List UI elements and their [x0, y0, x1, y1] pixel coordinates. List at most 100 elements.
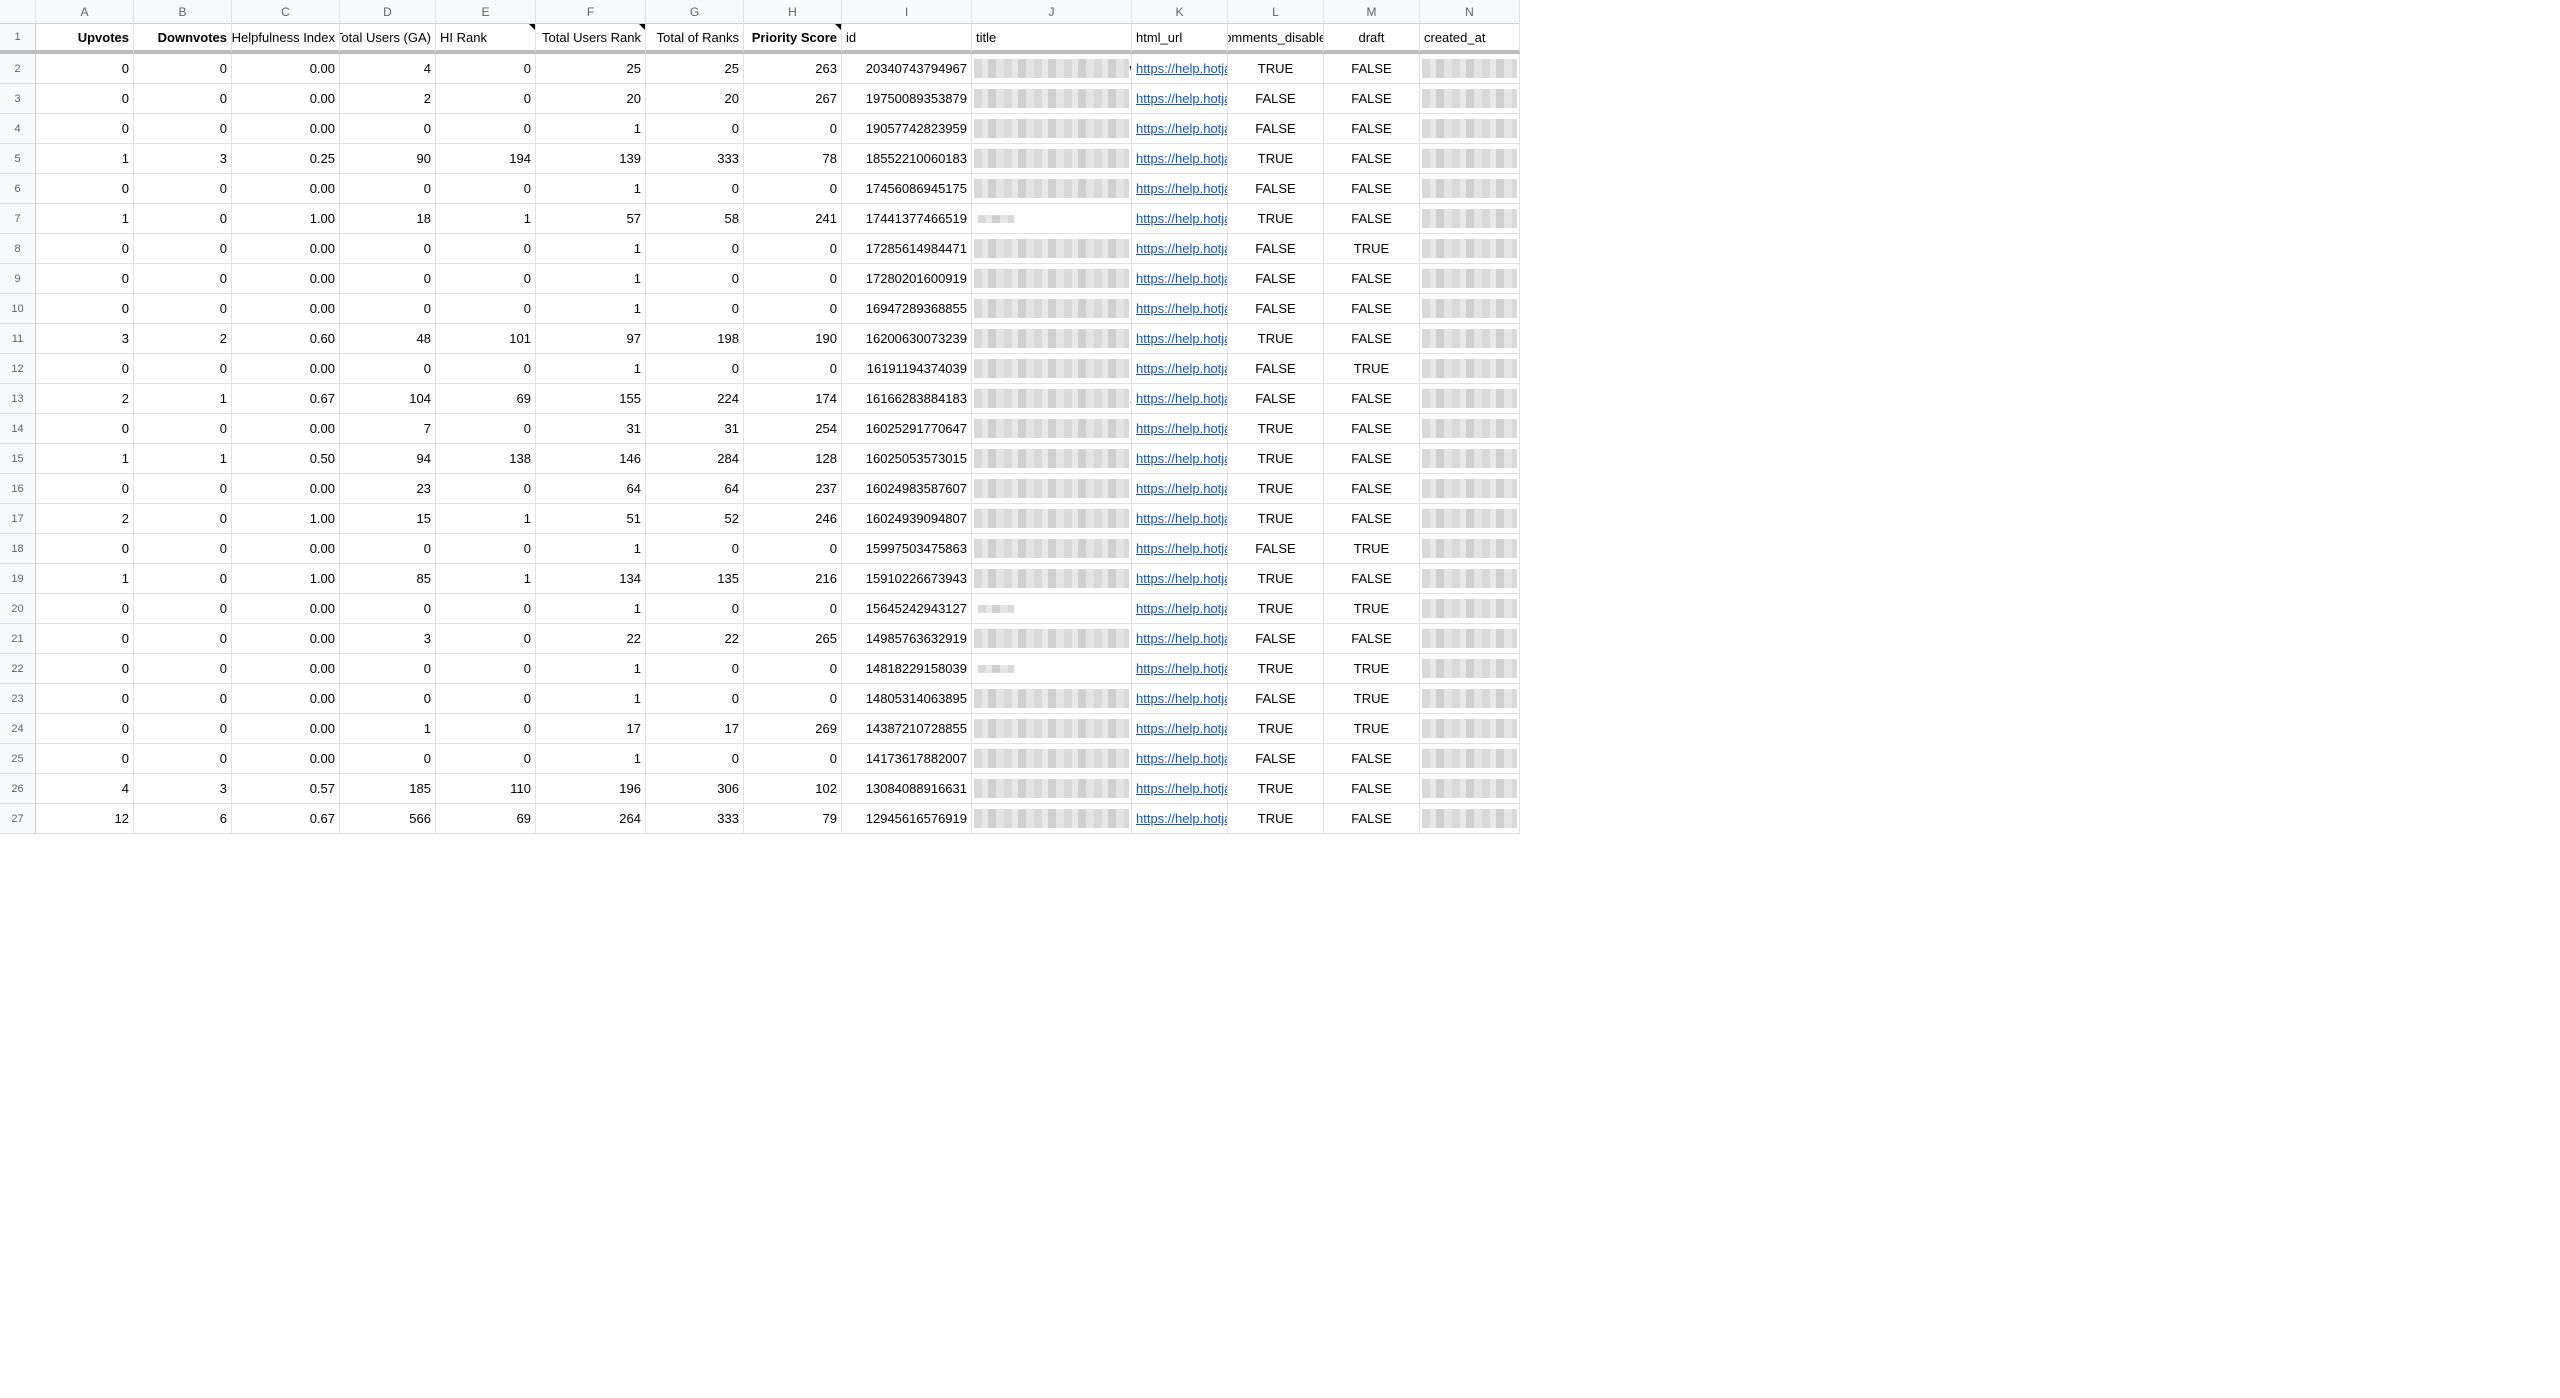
cell-total_users-r15[interactable]: 94	[340, 444, 436, 474]
cell-tot_ranks-r16[interactable]: 64	[646, 474, 744, 504]
url-link[interactable]: https://help.hotja	[1136, 121, 1228, 136]
cell-tu_rank-r7[interactable]: 57	[536, 204, 646, 234]
url-link[interactable]: https://help.hotja	[1136, 301, 1228, 316]
cell-tot_ranks-r7[interactable]: 58	[646, 204, 744, 234]
cell-priority-r20[interactable]: 0	[744, 594, 842, 624]
cell-tu_rank-r24[interactable]: 17	[536, 714, 646, 744]
cell-hi_rank-r21[interactable]: 0	[436, 624, 536, 654]
cell-hi_rank-r22[interactable]: 0	[436, 654, 536, 684]
cell-help_idx-r24[interactable]: 0.00	[232, 714, 340, 744]
cell-draft-r7[interactable]: FALSE	[1324, 204, 1420, 234]
cell-html_url-r21[interactable]: https://help.hotja	[1132, 624, 1228, 654]
cell-total_users-r8[interactable]: 0	[340, 234, 436, 264]
select-all-corner[interactable]	[0, 0, 36, 24]
cell-priority-r7[interactable]: 241	[744, 204, 842, 234]
cell-tu_rank-r19[interactable]: 134	[536, 564, 646, 594]
cell-total_users-r6[interactable]: 0	[340, 174, 436, 204]
cell-title-r11[interactable]	[972, 324, 1132, 354]
cell-tu_rank-r15[interactable]: 146	[536, 444, 646, 474]
cell-draft-r2[interactable]: FALSE	[1324, 54, 1420, 84]
url-link[interactable]: https://help.hotja	[1136, 271, 1228, 286]
header-cell-hi_rank[interactable]: HI Rank	[436, 24, 536, 54]
cell-hi_rank-r10[interactable]: 0	[436, 294, 536, 324]
cell-title-r25[interactable]	[972, 744, 1132, 774]
cell-comments_disabled-r23[interactable]: FALSE	[1228, 684, 1324, 714]
row-header-6[interactable]: 6	[0, 174, 36, 204]
cell-created_at-r16[interactable]	[1420, 474, 1520, 504]
cell-tu_rank-r3[interactable]: 20	[536, 84, 646, 114]
cell-hi_rank-r26[interactable]: 110	[436, 774, 536, 804]
cell-created_at-r6[interactable]	[1420, 174, 1520, 204]
cell-created_at-r21[interactable]	[1420, 624, 1520, 654]
cell-html_url-r10[interactable]: https://help.hotja	[1132, 294, 1228, 324]
cell-created_at-r5[interactable]	[1420, 144, 1520, 174]
col-header-B[interactable]: B	[134, 0, 232, 24]
cell-tu_rank-r12[interactable]: 1	[536, 354, 646, 384]
cell-tot_ranks-r25[interactable]: 0	[646, 744, 744, 774]
cell-id-r23[interactable]: 14805314063895	[842, 684, 972, 714]
cell-comments_disabled-r8[interactable]: FALSE	[1228, 234, 1324, 264]
cell-title-r21[interactable]	[972, 624, 1132, 654]
cell-comments_disabled-r10[interactable]: FALSE	[1228, 294, 1324, 324]
cell-id-r26[interactable]: 13084088916631	[842, 774, 972, 804]
row-header-3[interactable]: 3	[0, 84, 36, 114]
cell-upvotes-r2[interactable]: 0	[36, 54, 134, 84]
cell-created_at-r4[interactable]	[1420, 114, 1520, 144]
cell-tu_rank-r4[interactable]: 1	[536, 114, 646, 144]
cell-id-r13[interactable]: 16166283884183	[842, 384, 972, 414]
header-cell-comments_disabled[interactable]: comments_disabled	[1228, 24, 1324, 54]
cell-html_url-r9[interactable]: https://help.hotja	[1132, 264, 1228, 294]
cell-priority-r25[interactable]: 0	[744, 744, 842, 774]
cell-total_users-r7[interactable]: 18	[340, 204, 436, 234]
cell-help_idx-r2[interactable]: 0.00	[232, 54, 340, 84]
cell-hi_rank-r7[interactable]: 1	[436, 204, 536, 234]
cell-draft-r21[interactable]: FALSE	[1324, 624, 1420, 654]
cell-title-r18[interactable]	[972, 534, 1132, 564]
cell-draft-r9[interactable]: FALSE	[1324, 264, 1420, 294]
cell-help_idx-r9[interactable]: 0.00	[232, 264, 340, 294]
cell-comments_disabled-r7[interactable]: TRUE	[1228, 204, 1324, 234]
cell-hi_rank-r11[interactable]: 101	[436, 324, 536, 354]
url-link[interactable]: https://help.hotja	[1136, 481, 1228, 496]
cell-upvotes-r16[interactable]: 0	[36, 474, 134, 504]
cell-downvotes-r3[interactable]: 0	[134, 84, 232, 114]
cell-created_at-r19[interactable]	[1420, 564, 1520, 594]
cell-tot_ranks-r23[interactable]: 0	[646, 684, 744, 714]
cell-total_users-r2[interactable]: 4	[340, 54, 436, 84]
cell-id-r7[interactable]: 17441377466519	[842, 204, 972, 234]
cell-downvotes-r19[interactable]: 0	[134, 564, 232, 594]
cell-id-r21[interactable]: 14985763632919	[842, 624, 972, 654]
cell-created_at-r14[interactable]	[1420, 414, 1520, 444]
cell-tu_rank-r6[interactable]: 1	[536, 174, 646, 204]
url-link[interactable]: https://help.hotja	[1136, 601, 1228, 616]
cell-id-r17[interactable]: 16024939094807	[842, 504, 972, 534]
cell-hi_rank-r8[interactable]: 0	[436, 234, 536, 264]
cell-total_users-r19[interactable]: 85	[340, 564, 436, 594]
cell-tot_ranks-r11[interactable]: 198	[646, 324, 744, 354]
cell-draft-r16[interactable]: FALSE	[1324, 474, 1420, 504]
cell-title-r17[interactable]	[972, 504, 1132, 534]
cell-title-r14[interactable]	[972, 414, 1132, 444]
cell-created_at-r20[interactable]	[1420, 594, 1520, 624]
cell-downvotes-r7[interactable]: 0	[134, 204, 232, 234]
cell-hi_rank-r3[interactable]: 0	[436, 84, 536, 114]
cell-created_at-r7[interactable]	[1420, 204, 1520, 234]
cell-priority-r22[interactable]: 0	[744, 654, 842, 684]
cell-downvotes-r4[interactable]: 0	[134, 114, 232, 144]
cell-upvotes-r14[interactable]: 0	[36, 414, 134, 444]
cell-tu_rank-r16[interactable]: 64	[536, 474, 646, 504]
cell-hi_rank-r23[interactable]: 0	[436, 684, 536, 714]
cell-draft-r14[interactable]: FALSE	[1324, 414, 1420, 444]
cell-priority-r18[interactable]: 0	[744, 534, 842, 564]
cell-priority-r21[interactable]: 265	[744, 624, 842, 654]
url-link[interactable]: https://help.hotja	[1136, 451, 1228, 466]
cell-hi_rank-r13[interactable]: 69	[436, 384, 536, 414]
row-header-15[interactable]: 15	[0, 444, 36, 474]
cell-title-r2[interactable]: w	[972, 54, 1132, 84]
cell-title-r12[interactable]	[972, 354, 1132, 384]
cell-hi_rank-r6[interactable]: 0	[436, 174, 536, 204]
row-header-11[interactable]: 11	[0, 324, 36, 354]
cell-html_url-r6[interactable]: https://help.hotja	[1132, 174, 1228, 204]
cell-priority-r23[interactable]: 0	[744, 684, 842, 714]
cell-help_idx-r10[interactable]: 0.00	[232, 294, 340, 324]
